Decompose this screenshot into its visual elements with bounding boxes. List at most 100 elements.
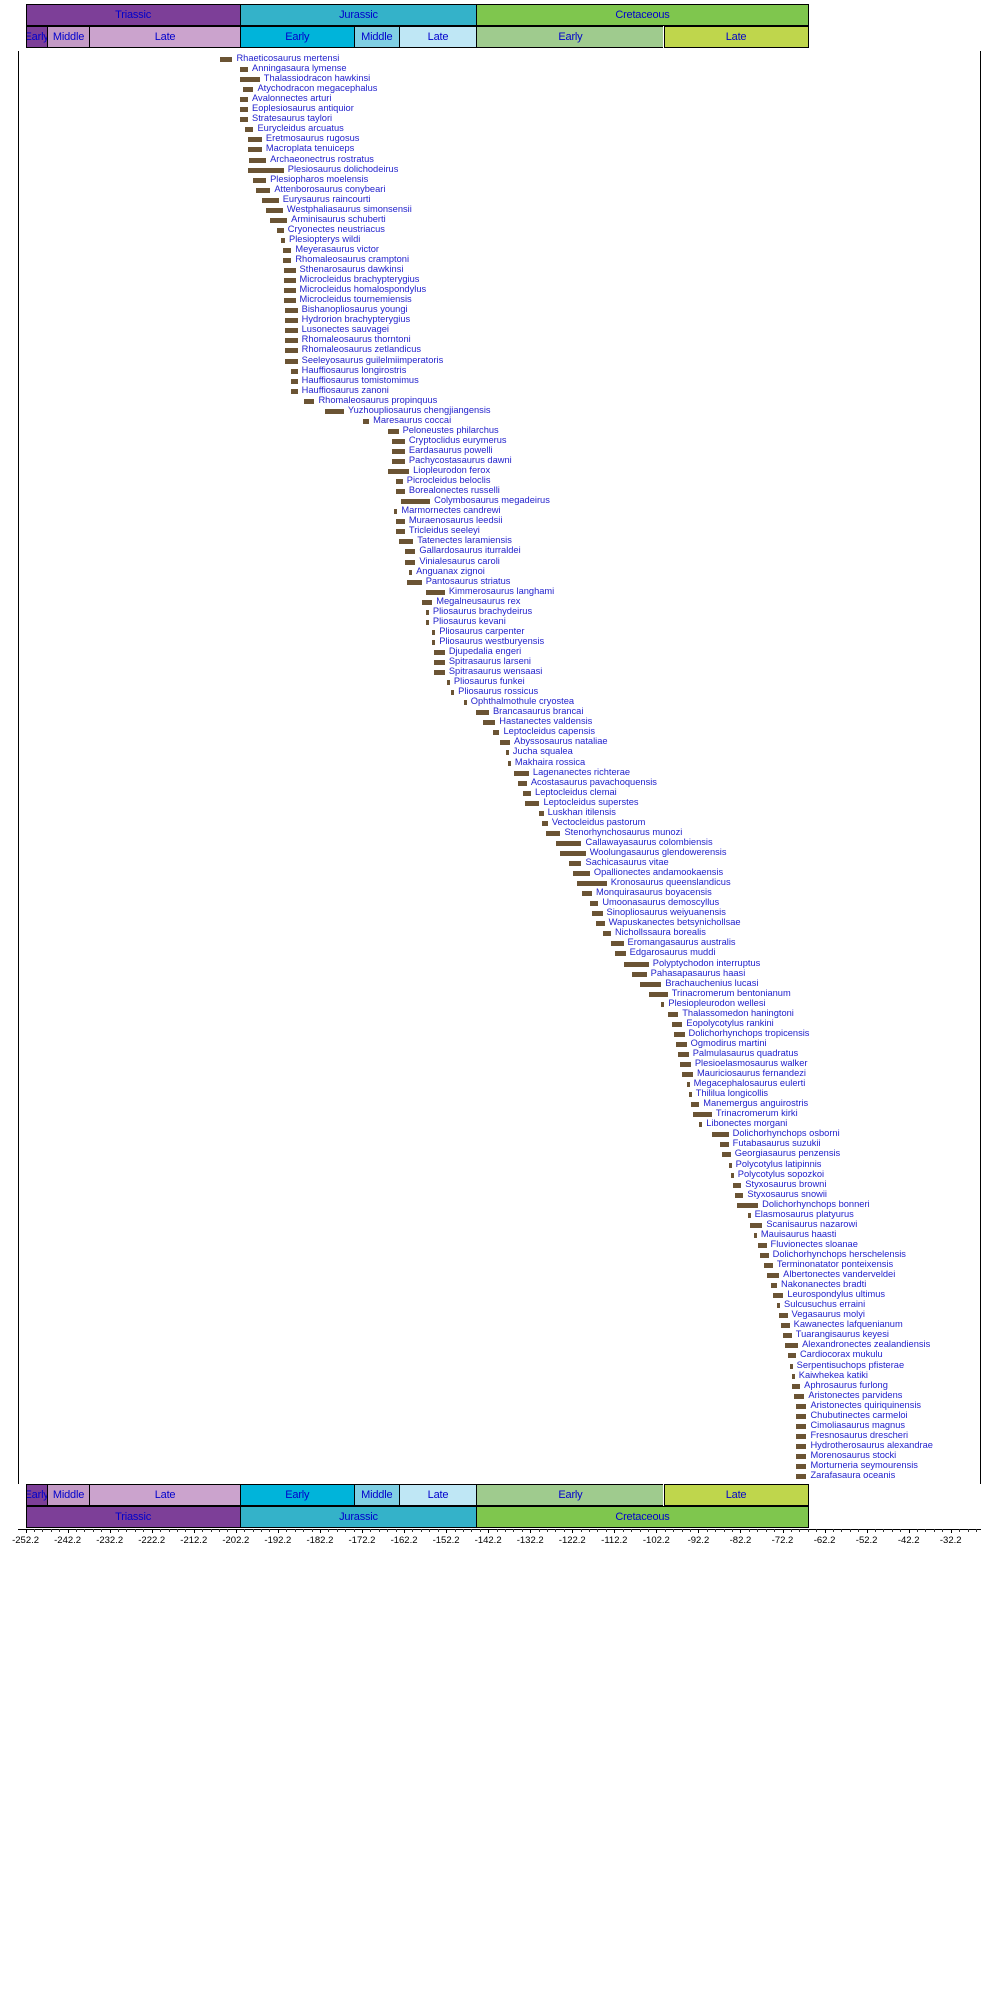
range-bar[interactable]	[545, 830, 561, 836]
range-bar[interactable]	[283, 298, 296, 304]
taxon-row[interactable]: Eurysaurus raincourti	[0, 194, 1000, 205]
range-bar[interactable]	[394, 509, 398, 515]
range-bar[interactable]	[722, 1152, 731, 1158]
range-bar[interactable]	[556, 840, 582, 846]
range-bar[interactable]	[219, 57, 233, 62]
taxon-row[interactable]: Maresaurus coccai	[0, 415, 1000, 426]
taxon-row[interactable]: Avalonnectes arturi	[0, 93, 1000, 104]
range-bar[interactable]	[239, 67, 249, 73]
range-bar[interactable]	[674, 1031, 685, 1037]
range-bar[interactable]	[539, 810, 544, 816]
taxon-row[interactable]: Plesiosaurus dolichodeirus	[0, 164, 1000, 175]
range-bar[interactable]	[795, 1403, 807, 1409]
range-bar[interactable]	[388, 428, 399, 434]
taxon-row[interactable]: Plesioelasmosaurus walker	[0, 1058, 1000, 1069]
range-bar[interactable]	[661, 1001, 665, 1007]
range-bar[interactable]	[667, 1011, 679, 1017]
range-bar[interactable]	[795, 1464, 807, 1469]
range-bar[interactable]	[404, 559, 416, 565]
range-bar[interactable]	[400, 499, 431, 505]
range-bar[interactable]	[392, 448, 405, 454]
range-bar[interactable]	[747, 1212, 751, 1218]
taxon-row[interactable]: Scanisaurus nazarowi	[0, 1219, 1000, 1230]
range-bar[interactable]	[392, 438, 405, 444]
taxon-row[interactable]: Cryonectes neustriacus	[0, 224, 1000, 235]
range-bar[interactable]	[255, 187, 271, 193]
taxon-row[interactable]: Kronosaurus queenslandicus	[0, 877, 1000, 888]
taxon-row[interactable]: Vinialesaurus caroli	[0, 556, 1000, 567]
taxon-row[interactable]: Dolichorhynchops tropicensis	[0, 1028, 1000, 1039]
taxon-row[interactable]: Styxosaurus browni	[0, 1179, 1000, 1190]
taxon-row[interactable]: Thalassomedon haningtoni	[0, 1008, 1000, 1019]
range-bar[interactable]	[282, 247, 292, 253]
range-bar[interactable]	[760, 1252, 769, 1258]
taxon-row[interactable]: Trinacromerum bentonianum	[0, 988, 1000, 999]
taxon-row[interactable]: Wapuskanectes betsynichollsae	[0, 917, 1000, 928]
range-bar[interactable]	[514, 770, 529, 776]
taxon-row[interactable]: Stenorhynchosaurus munozi	[0, 827, 1000, 838]
range-bar[interactable]	[476, 710, 489, 716]
taxon-row[interactable]: Microcleidus brachypterygius	[0, 274, 1000, 285]
range-bar[interactable]	[245, 127, 254, 133]
taxon-row[interactable]: Microcleidus homalospondylus	[0, 284, 1000, 295]
taxon-row[interactable]: Vectocleidus pastorum	[0, 817, 1000, 828]
range-bar[interactable]	[396, 519, 405, 525]
range-bar[interactable]	[282, 258, 292, 263]
range-bar[interactable]	[283, 278, 296, 284]
range-bar[interactable]	[239, 107, 249, 113]
taxon-row[interactable]: Polycotylus sopozkoi	[0, 1169, 1000, 1180]
taxon-row[interactable]: Sinopliosaurus weiyuanensis	[0, 907, 1000, 918]
range-bar[interactable]	[795, 1433, 807, 1439]
range-bar[interactable]	[732, 1182, 742, 1188]
range-bar[interactable]	[524, 800, 540, 806]
range-bar[interactable]	[248, 167, 284, 173]
range-bar[interactable]	[787, 1353, 796, 1359]
range-bar[interactable]	[291, 378, 298, 384]
taxon-row[interactable]: Manemergus anguirostris	[0, 1098, 1000, 1109]
range-bar[interactable]	[766, 1273, 780, 1279]
range-bar[interactable]	[283, 288, 296, 294]
taxon-row[interactable]: Yuzhoupliosaurus chengjiangensis	[0, 405, 1000, 416]
range-bar[interactable]	[285, 318, 298, 324]
taxon-row[interactable]: Sachicasaurus vitae	[0, 857, 1000, 868]
range-bar[interactable]	[568, 861, 582, 866]
taxon-row[interactable]: Palmulasaurus quadratus	[0, 1048, 1000, 1059]
range-bar[interactable]	[446, 680, 450, 686]
taxon-row[interactable]: Thalassiodracon hawkinsi	[0, 73, 1000, 84]
taxon-row[interactable]: Polycotylus latipinnis	[0, 1159, 1000, 1170]
taxon-row[interactable]: Makhaira rossica	[0, 757, 1000, 768]
range-bar[interactable]	[758, 1242, 767, 1248]
range-bar[interactable]	[682, 1072, 693, 1078]
range-bar[interactable]	[285, 338, 298, 344]
range-bar[interactable]	[505, 750, 509, 756]
range-bar[interactable]	[434, 649, 445, 655]
taxon-row[interactable]: Zarafasaura oceanis	[0, 1470, 1000, 1481]
range-bar[interactable]	[451, 690, 455, 696]
taxon-row[interactable]: Dolichorhynchops osborni	[0, 1128, 1000, 1139]
range-bar[interactable]	[388, 469, 410, 475]
range-bar[interactable]	[425, 619, 429, 625]
range-bar[interactable]	[783, 1333, 792, 1339]
range-bar[interactable]	[795, 1413, 807, 1419]
range-bar[interactable]	[678, 1051, 689, 1057]
range-bar[interactable]	[493, 730, 500, 736]
range-bar[interactable]	[764, 1263, 773, 1268]
taxon-row[interactable]: Jucha squalea	[0, 746, 1000, 757]
taxon-row[interactable]: Edgarosaurus muddi	[0, 947, 1000, 958]
range-bar[interactable]	[560, 850, 586, 856]
taxon-row[interactable]: Bishanopliosaurus youngi	[0, 304, 1000, 315]
range-bar[interactable]	[676, 1041, 687, 1047]
range-bar[interactable]	[793, 1393, 805, 1399]
taxon-row[interactable]: Liopleurodon ferox	[0, 465, 1000, 476]
taxon-row[interactable]: Plesiopterys wildi	[0, 234, 1000, 245]
taxon-row[interactable]: Trinacromerum kirki	[0, 1108, 1000, 1119]
range-bar[interactable]	[421, 599, 433, 605]
taxon-row[interactable]: Rhomaleosaurus zetlandicus	[0, 344, 1000, 355]
taxon-row[interactable]: Sthenarosaurus dawkinsi	[0, 264, 1000, 275]
range-bar[interactable]	[398, 539, 414, 545]
taxon-row[interactable]: Meyerasaurus victor	[0, 244, 1000, 255]
range-bar[interactable]	[795, 1443, 807, 1449]
range-bar[interactable]	[396, 529, 405, 535]
range-bar[interactable]	[242, 87, 254, 93]
range-bar[interactable]	[396, 489, 405, 495]
